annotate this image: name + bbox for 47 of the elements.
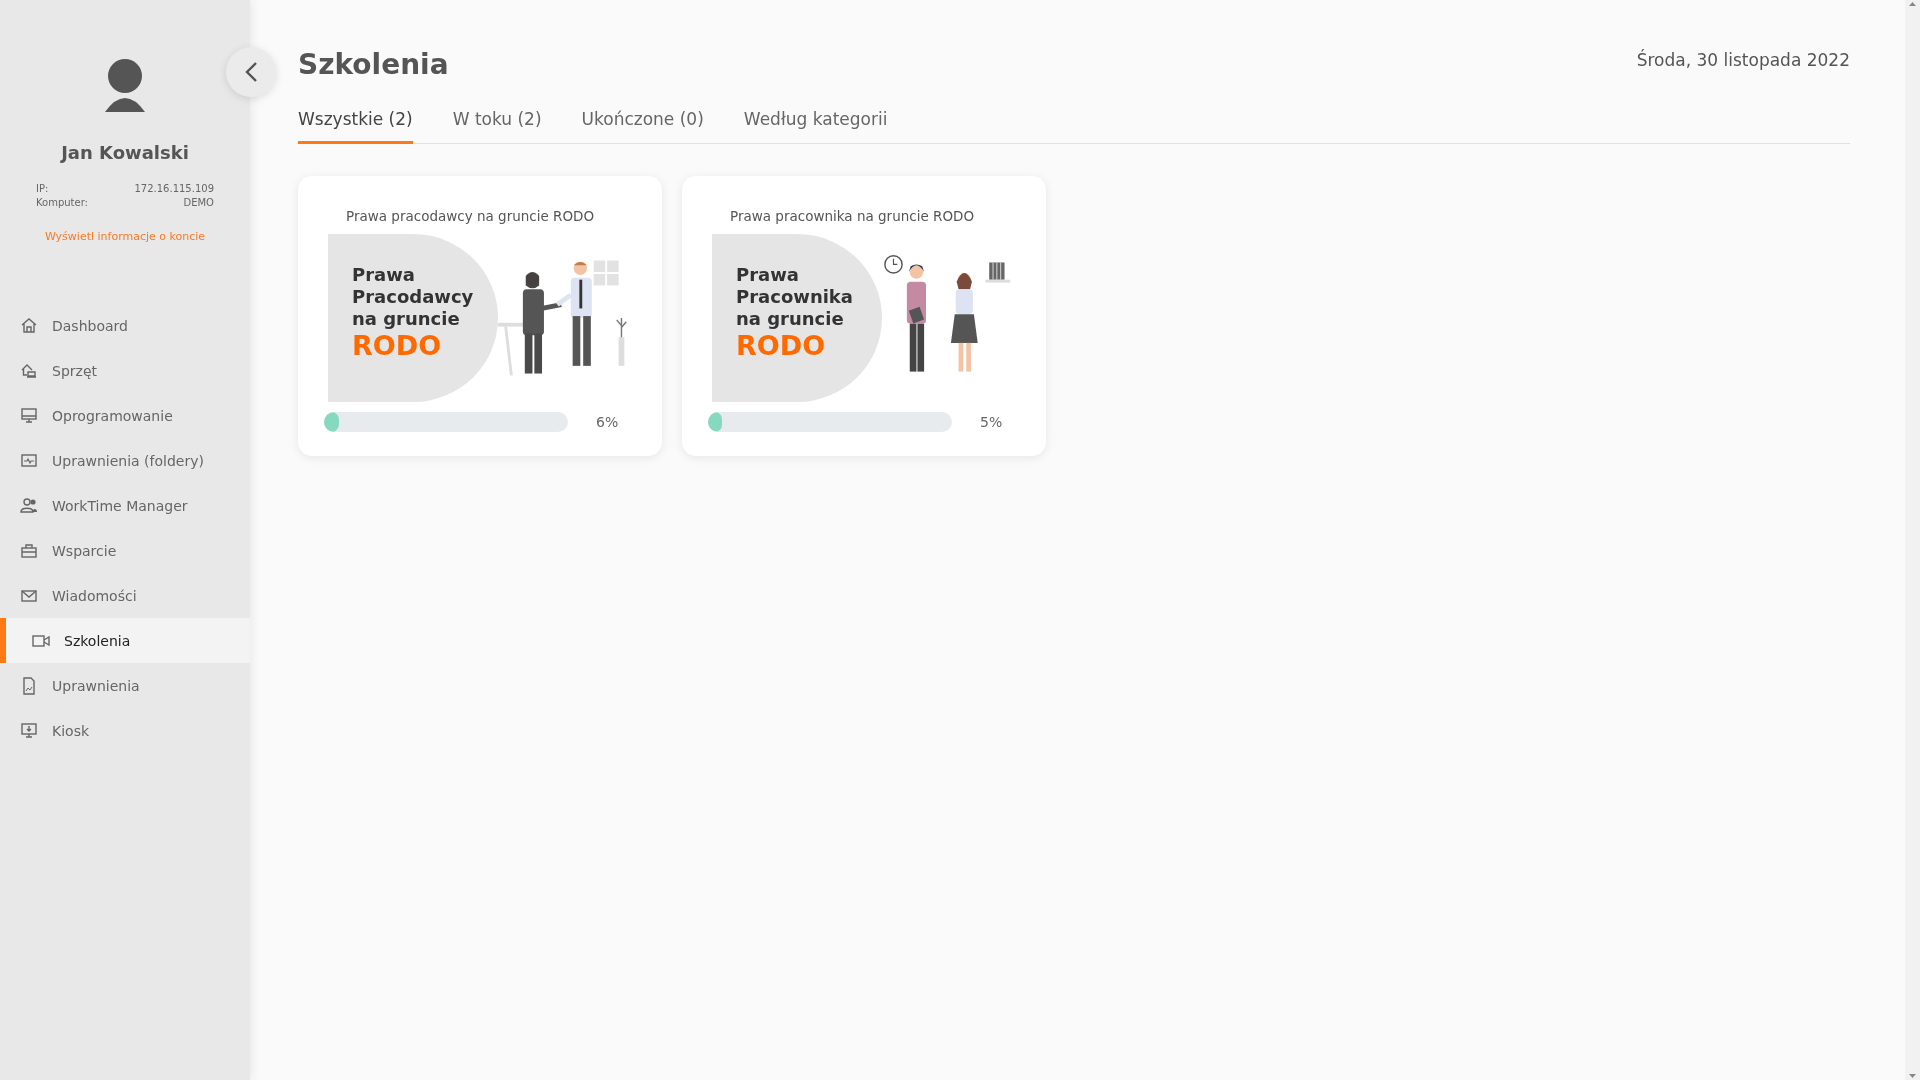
banner-text: na gruncie — [352, 308, 461, 330]
toolbox-icon — [20, 541, 38, 560]
sidebar-item[interactable]: WorkTime Manager — [0, 483, 250, 528]
course-title: Prawa pracownika na gruncie RODO — [729, 208, 976, 224]
document-icon — [20, 676, 38, 695]
page-title: Szkolenia — [298, 48, 449, 81]
tab[interactable]: W toku (2) — [452, 103, 542, 144]
collapse-sidebar-button[interactable] — [226, 47, 276, 97]
monitor-icon — [20, 406, 38, 425]
banner-highlight: RODO — [736, 330, 827, 362]
course-title: Prawa pracodawcy na gruncie RODO — [345, 208, 596, 224]
tab[interactable]: Ukończone (0) — [581, 103, 704, 144]
sidebar-item[interactable]: Uprawnienia (foldery) — [0, 438, 250, 483]
banner-text: Prawa — [736, 264, 800, 286]
sidebar-item[interactable]: Sprzęt — [0, 348, 250, 393]
users-icon — [20, 496, 38, 515]
sidebar-item[interactable]: Kiosk — [0, 708, 250, 753]
user-name: Jan Kowalski — [59, 142, 190, 163]
sidebar-item[interactable]: Oprogramowanie — [0, 393, 250, 438]
sidebar-item[interactable]: Uprawnienia — [0, 663, 250, 708]
banner-text: na gruncie — [736, 308, 845, 330]
progress-percent: 5% — [980, 414, 1003, 430]
pulse-icon — [20, 451, 38, 470]
info-value: 172.16.115.109 — [134, 183, 214, 194]
current-date: Środa, 30 listopada 2022 — [1636, 50, 1850, 70]
sidebar-item[interactable]: Szkolenia — [0, 618, 250, 663]
kiosk-icon — [20, 721, 38, 740]
scrollbar[interactable] — [1905, 0, 1920, 1080]
banner-text: Pracodawcy — [352, 286, 475, 308]
scroll-down-icon[interactable] — [1908, 1072, 1917, 1080]
scroll-up-icon[interactable] — [1908, 0, 1917, 8]
progress-percent: 6% — [596, 414, 619, 430]
sidebar-item[interactable]: Wsparcie — [0, 528, 250, 573]
sidebar-item[interactable]: Dashboard — [0, 303, 250, 348]
course-card[interactable]: Prawa pracodawcy na gruncie RODO Prawa Pracodawcy na gruncie RODO 6% — [298, 176, 662, 456]
info-label: IP: — [36, 183, 49, 194]
banner-highlight: RODO — [352, 330, 443, 362]
banner-text: Pracownika — [736, 286, 854, 308]
sidebar-item[interactable]: Wiadomości — [0, 573, 250, 618]
home-icon — [20, 316, 38, 335]
info-value: DEMO — [183, 197, 214, 208]
info-label: Komputer: — [36, 197, 88, 208]
chevron-left-icon — [244, 61, 258, 83]
banner-text: Prawa — [352, 264, 416, 286]
tab[interactable]: Według kategorii — [743, 103, 888, 144]
tab[interactable]: Wszystkie (2) — [298, 103, 413, 144]
course-card[interactable]: Prawa pracownika na gruncie RODO Prawa Pracownika na gruncie RODO 5% — [682, 176, 1046, 456]
